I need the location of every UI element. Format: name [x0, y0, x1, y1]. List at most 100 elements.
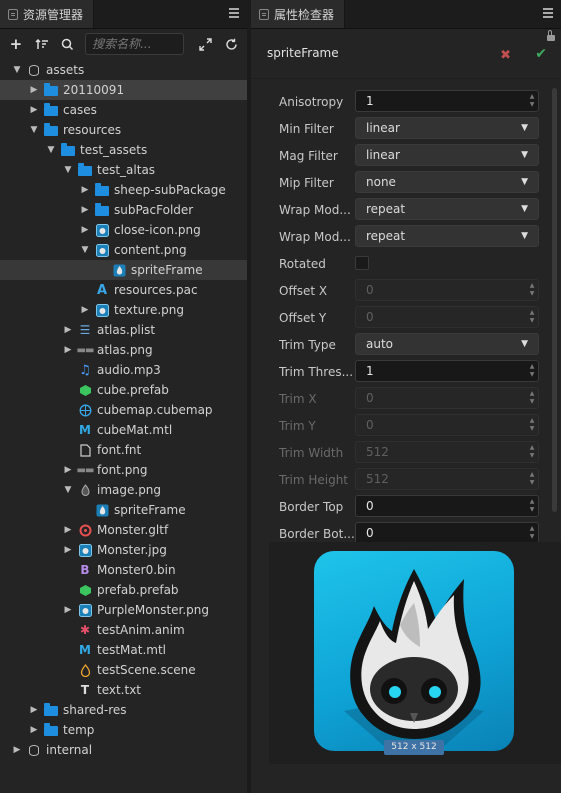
expand-arrow-icon[interactable]: ▶	[63, 465, 73, 475]
tree-row[interactable]: ▶ ▬▬ font.png	[0, 460, 247, 480]
select-dropdown[interactable]: linear ▼	[355, 144, 539, 166]
tree-row[interactable]: ▶ shared-res	[0, 700, 247, 720]
tree-row[interactable]: spriteFrame	[0, 500, 247, 520]
tree-row[interactable]: ▶ temp	[0, 720, 247, 740]
tree-row[interactable]: B Monster0.bin	[0, 560, 247, 580]
number-input[interactable]: 1 ▲ ▼	[355, 360, 539, 382]
select-dropdown[interactable]: repeat ▼	[355, 198, 539, 220]
tree-row[interactable]: ▶ internal	[0, 740, 247, 760]
tree-row[interactable]: ▶ PurpleMonster.png	[0, 600, 247, 620]
tree-row[interactable]: ▶ Monster.jpg	[0, 540, 247, 560]
collapse-arrow-icon[interactable]: ▼	[29, 125, 39, 135]
select-dropdown[interactable]: auto ▼	[355, 333, 539, 355]
expand-arrow-icon[interactable]: ▶	[63, 545, 73, 555]
inspector-scrollbar[interactable]	[552, 88, 557, 512]
tree-row[interactable]: ▶ ▬▬ atlas.png	[0, 340, 247, 360]
select-dropdown[interactable]: linear ▼	[355, 117, 539, 139]
collapse-arrow-icon[interactable]: ▼	[63, 165, 73, 175]
collapse-arrow-icon[interactable]: ▼	[12, 65, 22, 75]
select-dropdown[interactable]: repeat ▼	[355, 225, 539, 247]
tree-row[interactable]: font.fnt	[0, 440, 247, 460]
search-icon	[59, 36, 75, 52]
expand-all-icon[interactable]	[198, 36, 214, 52]
tree-row[interactable]: McubeMat.mtl	[0, 420, 247, 440]
panel-menu-icon[interactable]	[229, 8, 239, 18]
stepper-icon[interactable]: ▲▼	[528, 525, 536, 541]
apply-button[interactable]: ✔	[535, 46, 547, 62]
tree-row[interactable]: ▶ Monster.gltf	[0, 520, 247, 540]
tree-row[interactable]: ▼ test_assets	[0, 140, 247, 160]
tree-row[interactable]: ▶ texture.png	[0, 300, 247, 320]
number-input[interactable]: 0 ▲▼	[355, 522, 539, 544]
expand-arrow-icon[interactable]: ▶	[12, 745, 22, 755]
tree-row[interactable]: ▼ assets	[0, 60, 247, 80]
property-row: Offset X 0 ▲ ▼	[279, 277, 539, 304]
stepper-icon[interactable]: ▲▼	[528, 363, 536, 379]
tree-row[interactable]: ▼ resources	[0, 120, 247, 140]
folder-icon	[78, 163, 92, 177]
sort-icon[interactable]	[34, 36, 50, 52]
inspector-tab[interactable]: 属性检查器	[251, 0, 346, 28]
property-row: Trim Width 512 ▲ ▼	[279, 439, 539, 466]
tree-row[interactable]: Aresources.pac	[0, 280, 247, 300]
expand-arrow-icon[interactable]: ▶	[63, 345, 73, 355]
expand-arrow-icon[interactable]: ▶	[63, 325, 73, 335]
chevron-down-icon: ▼	[521, 204, 528, 214]
collapse-arrow-icon[interactable]: ▼	[46, 145, 56, 155]
asset-manager-tab[interactable]: 资源管理器	[0, 0, 95, 28]
expand-arrow-icon[interactable]: ▶	[80, 205, 90, 215]
stepper-icon[interactable]: ▲▼	[528, 498, 536, 514]
collapse-arrow-icon[interactable]: ▼	[80, 245, 90, 255]
tree-row[interactable]: ▼ content.png	[0, 240, 247, 260]
revert-button[interactable]: ✖	[500, 48, 511, 63]
select-dropdown[interactable]: none ▼	[355, 171, 539, 193]
expand-arrow-icon[interactable]: ▶	[29, 85, 39, 95]
tree-row[interactable]: cubemap.cubemap	[0, 400, 247, 420]
number-input[interactable]: 0 ▲▼	[355, 495, 539, 517]
property-list: Anisotropy 1 ▲ ▼ Min Filter linear ▼ Mag Filter…	[279, 88, 539, 574]
tree-row[interactable]: ▶ cases	[0, 100, 247, 120]
collapse-arrow-icon[interactable]: ▼	[63, 485, 73, 495]
tree-row[interactable]: ▶ ☰ atlas.plist	[0, 320, 247, 340]
tree-row[interactable]: testScene.scene	[0, 660, 247, 680]
file-icon	[78, 443, 92, 457]
tree-row[interactable]: ▶ subPacFolder	[0, 200, 247, 220]
expand-arrow-icon[interactable]: ▶	[63, 525, 73, 535]
tree-row[interactable]: ♫ audio.mp3	[0, 360, 247, 380]
number-input: 0 ▲ ▼	[355, 387, 539, 409]
number-input[interactable]: 1 ▲ ▼	[355, 90, 539, 112]
rotated-checkbox[interactable]	[355, 256, 369, 270]
expand-arrow-icon[interactable]: ▶	[63, 605, 73, 615]
folder-icon	[44, 723, 58, 737]
refresh-icon[interactable]	[223, 36, 239, 52]
folder-icon	[44, 703, 58, 717]
search-input[interactable]: 搜索名称...	[85, 33, 184, 55]
tree-row[interactable]: Ttext.txt	[0, 680, 247, 700]
tree-row[interactable]: ▼ test_altas	[0, 160, 247, 180]
expand-arrow-icon[interactable]: ▶	[29, 105, 39, 115]
tree-row[interactable]: ▶ close-icon.png	[0, 220, 247, 240]
expand-arrow-icon[interactable]: ▶	[80, 305, 90, 315]
tree-row[interactable]: cube.prefab	[0, 380, 247, 400]
tree-row[interactable]: ▶ sheep-subPackage	[0, 180, 247, 200]
expand-arrow-icon[interactable]: ▶	[80, 225, 90, 235]
select-value: linear	[366, 148, 400, 162]
stepper-icon[interactable]: ▲▼	[528, 93, 536, 109]
property-row: Rotated	[279, 250, 539, 277]
expand-arrow-icon[interactable]: ▶	[29, 705, 39, 715]
tree-row[interactable]: ✱ testAnim.anim	[0, 620, 247, 640]
panel-menu-icon[interactable]	[543, 8, 553, 18]
tree-row[interactable]: prefab.prefab	[0, 580, 247, 600]
tree-row[interactable]: ▶ 20110091	[0, 80, 247, 100]
add-asset-button[interactable]: +	[8, 35, 24, 53]
expand-arrow-icon[interactable]: ▶	[29, 725, 39, 735]
tree-row-label: Monster.jpg	[97, 543, 167, 557]
image-drop-icon	[78, 483, 92, 497]
folder-icon	[44, 83, 58, 97]
expand-arrow-icon[interactable]: ▶	[80, 185, 90, 195]
tree-row[interactable]: MtestMat.mtl	[0, 640, 247, 660]
tree-row[interactable]: spriteFrame	[0, 260, 247, 280]
arrow-spacer	[63, 365, 73, 375]
asset-manager-tab-label: 资源管理器	[23, 7, 84, 22]
tree-row[interactable]: ▼ image.png	[0, 480, 247, 500]
